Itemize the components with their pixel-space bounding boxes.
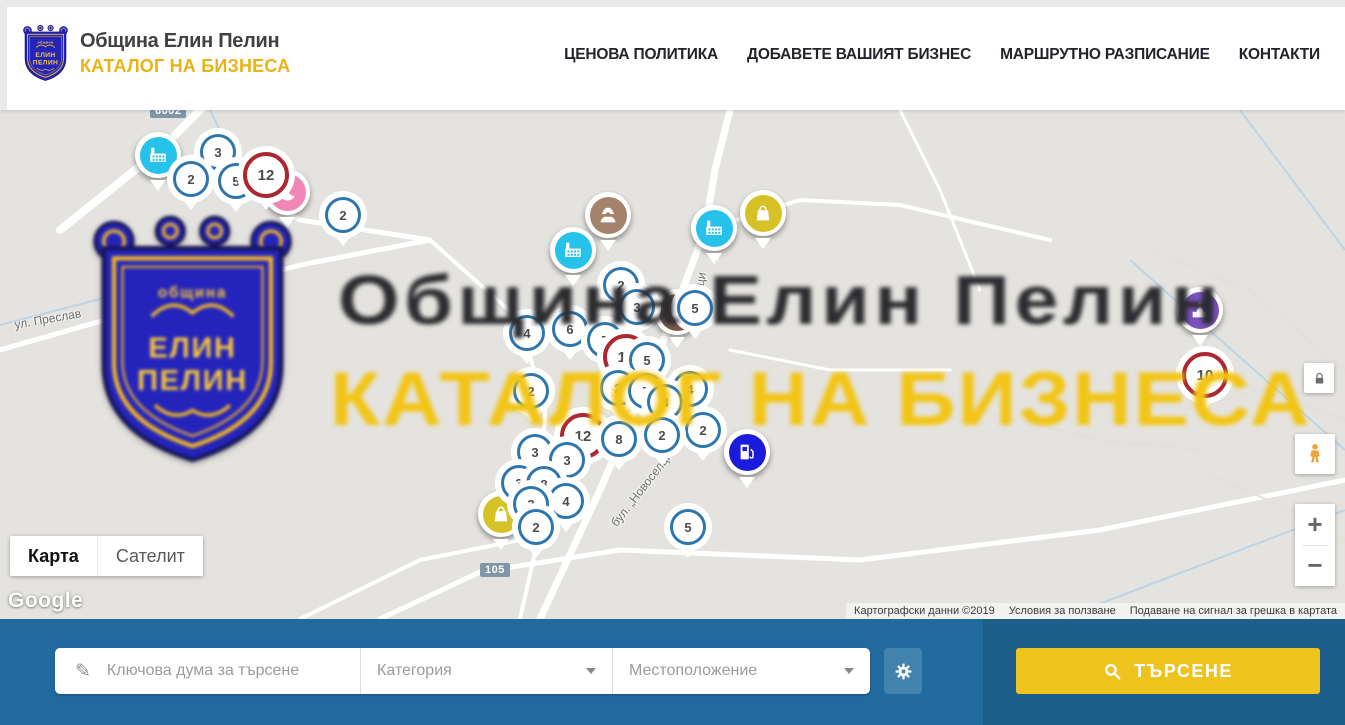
cluster-marker[interactable]: 2 [518,509,554,545]
svg-text:община: община [158,285,227,302]
header: община ЕЛИН ПЕЛИН Община Елин Пелин КАТА… [0,0,1345,110]
attribution-copyright: Картографски данни ©2019 [854,605,995,617]
cluster-marker[interactable]: 2 [173,161,209,197]
svg-text:община: община [38,40,54,44]
pegman-icon [1303,442,1327,466]
nav-item-add-business[interactable]: ДОБАВЕТЕ ВАШИЯТ БИЗНЕС [747,46,971,64]
nav-item-contacts[interactable]: КОНТАКТИ [1239,46,1320,64]
chevron-down-icon [844,668,854,679]
cluster-marker[interactable]: 5 [670,509,706,545]
main-nav: ЦЕНОВА ПОЛИТИКА ДОБАВЕТЕ ВАШИЯТ БИЗНЕС М… [564,0,1320,110]
site-title: Община Елин Пелин [80,30,290,53]
svg-text:ПЕЛИН: ПЕЛИН [33,59,58,66]
terms-link[interactable]: Условия за ползване [1009,605,1116,617]
keyword-input[interactable] [105,661,345,681]
map-attribution: Картографски данни ©2019 Условия за полз… [846,603,1345,619]
watermark-title: Община Елин Пелин [338,260,1223,340]
gear-icon [893,661,914,682]
advanced-settings-button[interactable] [884,648,922,694]
watermark-shield: община ЕЛИН ПЕЛИН [90,214,295,470]
page-edge-left [0,0,7,110]
pencil-icon: ✎ [75,662,91,681]
search-bar: ✎ Категория Местоположение ТЪРСЕНЕ [0,619,1345,725]
google-logo[interactable]: Google [8,589,83,613]
nav-item-route-schedule[interactable]: МАРШРУТНО РАЗПИСАНИЕ [1000,46,1210,64]
cluster-marker[interactable]: 4 [548,483,584,519]
search-fields: ✎ Категория Местоположение [55,648,870,694]
search-button-label: ТЪРСЕНЕ [1134,661,1233,682]
google-map[interactable]: 6002105ул. Преславбул. „Новоселцици 3251… [0,110,1345,619]
location-select[interactable]: Местоположение [612,648,870,694]
cluster-marker[interactable]: 2 [325,197,361,233]
location-select-label: Местоположение [629,662,757,680]
municipality-logo-icon: община ЕЛИН ПЕЛИН [22,24,69,83]
watermark-subtitle: КАТАЛОГ НА БИЗНЕСА [330,356,1311,443]
lock-control[interactable] [1304,363,1334,393]
map-type-control: Карта Сателит [10,536,203,576]
search-button[interactable]: ТЪРСЕНЕ [1016,648,1320,694]
brand[interactable]: община ЕЛИН ПЕЛИН Община Елин Пелин КАТА… [22,24,290,83]
street-view-pegman[interactable] [1295,434,1335,474]
zoom-out-button[interactable]: − [1295,546,1335,587]
site-subtitle: КАТАЛОГ НА БИЗНЕСА [80,56,290,77]
page-edge-top [0,0,1345,7]
lock-icon [1312,371,1327,386]
svg-text:ПЕЛИН: ПЕЛИН [137,365,248,397]
cluster-marker[interactable]: 12 [243,152,289,198]
search-icon [1103,662,1122,681]
category-select[interactable]: Категория [360,648,612,694]
svg-text:ЕЛИН: ЕЛИН [148,332,236,364]
zoom-control: + − [1295,504,1335,586]
svg-text:ЕЛИН: ЕЛИН [35,52,55,59]
zoom-in-button[interactable]: + [1295,504,1335,545]
category-select-label: Категория [377,662,452,680]
map-view-button[interactable]: Карта [10,536,97,576]
chevron-down-icon [586,668,596,679]
satellite-view-button[interactable]: Сателит [97,536,203,576]
report-error-link[interactable]: Подаване на сигнал за грешка в картата [1130,605,1337,617]
nav-item-pricing[interactable]: ЦЕНОВА ПОЛИТИКА [564,46,718,64]
keyword-field[interactable]: ✎ [55,648,360,694]
